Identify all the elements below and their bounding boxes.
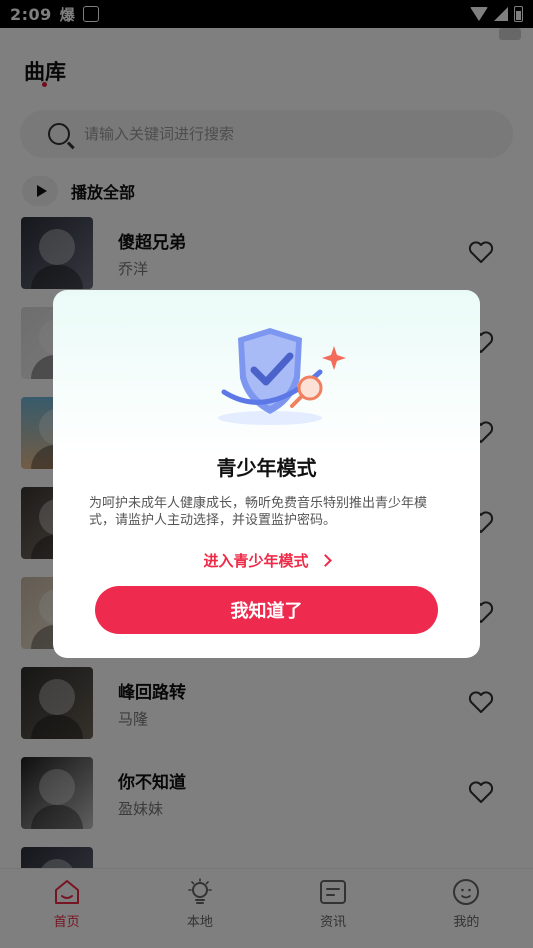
acknowledge-button[interactable]: 我知道了 [95, 586, 438, 634]
dialog-description: 为呵护未成年人健康成长，畅听免费音乐特别推出青少年模式，请监护人主动选择，并设置… [89, 496, 428, 528]
enter-youth-mode-link[interactable]: 进入青少年模式 [53, 550, 480, 571]
dialog-title: 青少年模式 [216, 456, 317, 480]
youth-mode-dialog: 青少年模式 为呵护未成年人健康成长，畅听免费音乐特别推出青少年模式，请监护人主动… [53, 290, 480, 658]
enter-youth-mode-label: 进入青少年模式 [203, 552, 309, 570]
chevron-right-icon [318, 554, 332, 567]
shield-check-icon [218, 328, 346, 425]
